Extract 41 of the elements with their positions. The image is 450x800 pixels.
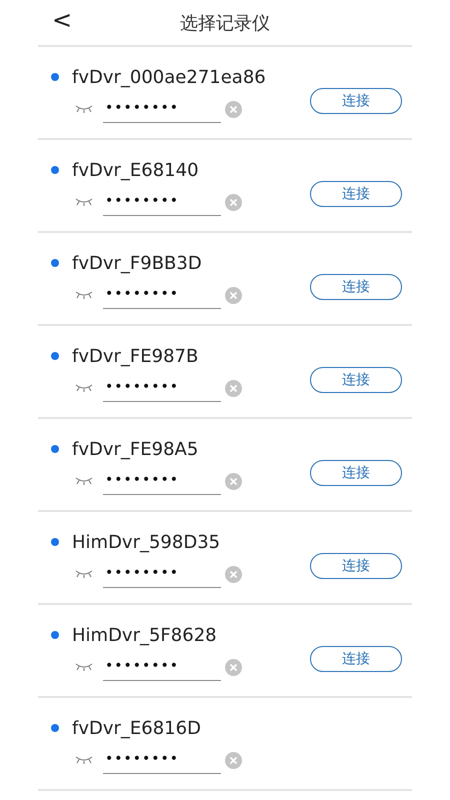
password-field[interactable]: •••••••• bbox=[103, 468, 221, 494]
closed-eye-icon[interactable] bbox=[75, 756, 93, 764]
closed-eye-icon[interactable] bbox=[75, 291, 93, 299]
status-dot bbox=[51, 631, 59, 639]
back-button[interactable]: < bbox=[48, 6, 76, 34]
device-name: fvDvr_FE987B bbox=[72, 346, 198, 366]
device-name: HimDvr_5F8628 bbox=[72, 624, 217, 646]
closed-eye-icon[interactable] bbox=[75, 198, 93, 206]
closed-eye-icon[interactable] bbox=[75, 384, 93, 392]
password-field[interactable]: •••••••• bbox=[103, 282, 221, 308]
closed-eye-icon[interactable] bbox=[75, 570, 93, 578]
page-title: 选择记录仪 bbox=[180, 12, 270, 34]
connect-button[interactable]: 连接 bbox=[310, 460, 402, 486]
closed-eye-icon[interactable] bbox=[75, 105, 93, 113]
password-field[interactable]: •••••••• bbox=[103, 188, 221, 216]
password-field[interactable]: •••••••• bbox=[103, 374, 221, 402]
device-name: fvDvr_F9BB3D bbox=[72, 252, 202, 274]
device-name: HimDvr_598D35 bbox=[72, 532, 220, 552]
status-dot bbox=[51, 166, 59, 174]
status-dot bbox=[51, 445, 59, 453]
connect-button[interactable]: 连接 bbox=[310, 88, 402, 114]
connect-button[interactable]: 连接 bbox=[310, 646, 402, 672]
password-field[interactable]: •••••••• bbox=[103, 746, 221, 774]
connect-button[interactable]: 连接 bbox=[310, 180, 402, 206]
status-dot bbox=[51, 259, 59, 267]
password-field[interactable]: •••••••• bbox=[103, 654, 221, 680]
connect-button[interactable]: 连接 bbox=[310, 366, 402, 392]
device-name: fvDvr_000ae271ea86 bbox=[72, 66, 266, 88]
status-dot bbox=[51, 73, 59, 81]
connect-button[interactable]: 连接 bbox=[310, 274, 402, 300]
password-field[interactable]: •••••••• bbox=[103, 560, 221, 588]
status-dot bbox=[51, 724, 59, 732]
status-dot bbox=[51, 538, 59, 546]
device-name: fvDvr_E6816D bbox=[72, 718, 201, 738]
closed-eye-icon[interactable] bbox=[75, 663, 93, 671]
password-field[interactable]: •••••••• bbox=[103, 96, 221, 122]
device-name: fvDvr_FE98A5 bbox=[72, 438, 198, 460]
closed-eye-icon[interactable] bbox=[75, 477, 93, 485]
status-dot bbox=[51, 352, 59, 360]
device-name: fvDvr_E68140 bbox=[72, 160, 199, 180]
connect-button[interactable]: 连接 bbox=[310, 552, 402, 578]
